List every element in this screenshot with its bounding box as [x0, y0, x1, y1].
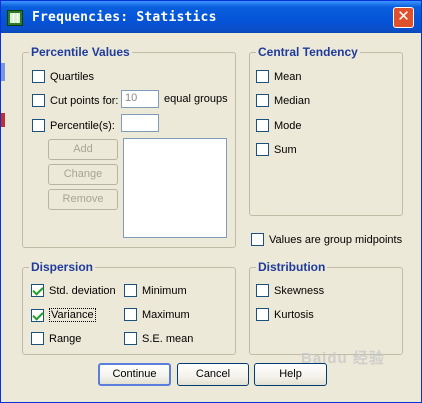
mean-box[interactable]	[256, 70, 269, 83]
skewness-label: Skewness	[274, 284, 325, 297]
percentiles-checkbox[interactable]: Percentile(s):	[32, 119, 115, 132]
quartiles-box[interactable]	[32, 70, 45, 83]
cut-points-box[interactable]	[32, 94, 45, 107]
skewness-box[interactable]	[256, 284, 269, 297]
cancel-button[interactable]: Cancel	[177, 363, 249, 386]
group-midpoints-label: Values are group midpoints	[269, 233, 403, 246]
median-label: Median	[274, 94, 311, 107]
statistics-dialog: Frequencies: Statistics ✕ Percentile Val…	[0, 0, 422, 403]
variance-checkbox[interactable]: Variance	[31, 308, 96, 322]
title-bar[interactable]: Frequencies: Statistics ✕	[1, 1, 421, 33]
quartiles-label: Quartiles	[50, 70, 95, 83]
kurtosis-checkbox[interactable]: Kurtosis	[256, 308, 314, 321]
range-checkbox[interactable]: Range	[31, 332, 81, 345]
range-label: Range	[49, 332, 82, 345]
minimum-box[interactable]	[124, 284, 137, 297]
continue-button[interactable]: Continue	[98, 363, 171, 386]
mode-checkbox[interactable]: Mode	[256, 119, 302, 132]
add-button[interactable]: Add	[48, 139, 118, 160]
cut-points-label: Cut points for:	[50, 94, 119, 107]
percentile-input[interactable]	[121, 114, 159, 132]
remove-button[interactable]: Remove	[48, 189, 118, 210]
close-icon: ✕	[397, 8, 410, 25]
se-mean-label: S.E. mean	[142, 332, 194, 345]
background-window-edge	[1, 113, 5, 127]
watermark: Baidu 经验	[301, 350, 385, 367]
quartiles-checkbox[interactable]: Quartiles	[32, 70, 94, 83]
variance-box[interactable]	[31, 308, 44, 322]
minimum-checkbox[interactable]: Minimum	[124, 284, 187, 297]
skewness-checkbox[interactable]: Skewness	[256, 284, 324, 297]
cut-points-checkbox[interactable]: Cut points for:	[32, 94, 118, 107]
std-deviation-label: Std. deviation	[49, 284, 116, 297]
percentile-values-legend: Percentile Values	[29, 45, 132, 59]
cut-points-input[interactable]: 10	[121, 90, 159, 108]
range-box[interactable]	[31, 332, 44, 345]
percentile-list[interactable]	[123, 138, 227, 238]
minimum-label: Minimum	[142, 284, 187, 297]
change-button[interactable]: Change	[48, 164, 118, 185]
spss-app-icon	[7, 10, 23, 26]
sum-box[interactable]	[256, 143, 269, 156]
percentiles-label: Percentile(s):	[50, 119, 115, 132]
std-deviation-box[interactable]	[31, 284, 44, 297]
group-midpoints-box[interactable]	[251, 233, 264, 246]
mean-label: Mean	[274, 70, 302, 83]
sum-checkbox[interactable]: Sum	[256, 143, 297, 156]
equal-groups-label: equal groups	[164, 93, 228, 105]
close-button[interactable]: ✕	[393, 7, 414, 28]
std-deviation-checkbox[interactable]: Std. deviation	[31, 284, 116, 297]
median-box[interactable]	[256, 94, 269, 107]
se-mean-checkbox[interactable]: S.E. mean	[124, 332, 193, 345]
sum-label: Sum	[274, 143, 297, 156]
percentiles-box[interactable]	[32, 119, 45, 132]
central-tendency-legend: Central Tendency	[256, 45, 360, 59]
kurtosis-box[interactable]	[256, 308, 269, 321]
maximum-box[interactable]	[124, 308, 137, 321]
group-midpoints-checkbox[interactable]: Values are group midpoints	[251, 233, 402, 246]
distribution-legend: Distribution	[256, 260, 328, 274]
kurtosis-label: Kurtosis	[274, 308, 314, 321]
background-window-edge	[1, 63, 5, 81]
maximum-label: Maximum	[142, 308, 190, 321]
window-title: Frequencies: Statistics	[32, 10, 217, 25]
median-checkbox[interactable]: Median	[256, 94, 310, 107]
variance-label: Variance	[49, 308, 96, 322]
mode-box[interactable]	[256, 119, 269, 132]
se-mean-box[interactable]	[124, 332, 137, 345]
mode-label: Mode	[274, 119, 302, 132]
maximum-checkbox[interactable]: Maximum	[124, 308, 190, 321]
mean-checkbox[interactable]: Mean	[256, 70, 302, 83]
dispersion-legend: Dispersion	[29, 260, 96, 274]
